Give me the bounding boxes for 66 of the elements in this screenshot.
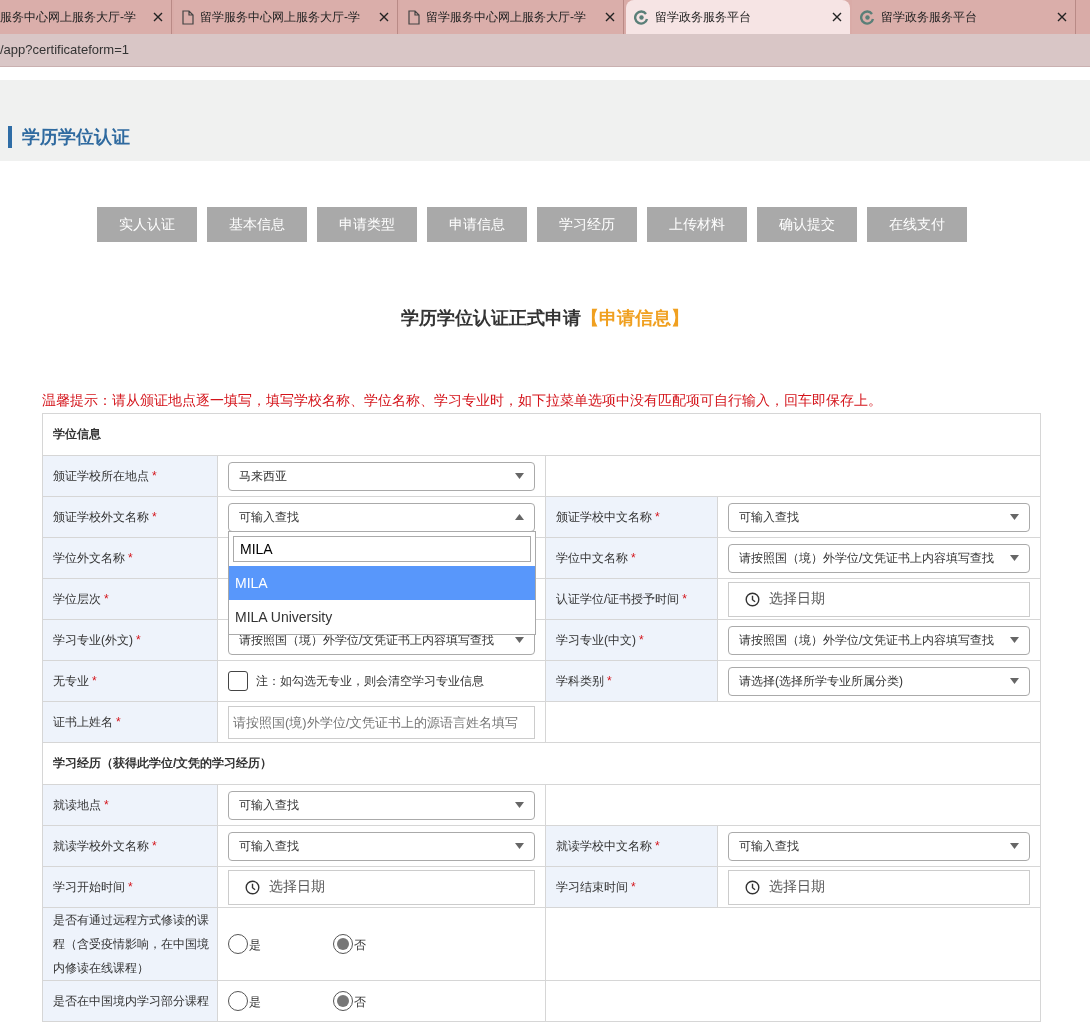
field-label: 认证学位/证书授予时间 * [556,591,687,608]
field-label: 是否在中国境内学习部分课程 [53,993,209,1010]
document-icon [408,9,420,25]
field-label: 学科类别 * [556,673,612,690]
select-field[interactable]: 可输入查找 [228,831,535,861]
checkbox-note: 注：如勾选无专业，则会清空学习专业信息 [256,672,484,690]
checkbox[interactable] [228,671,248,691]
browser-tab[interactable]: 留学政务服务平台 [626,0,850,34]
notice-text: 温馨提示：请从颁证地点逐一填写，填写学校名称、学位名称、学习专业时，如下拉菜单选项中没有匹配项可自行输入，回车即保存上。 [42,392,883,410]
field-label: 学习专业(中文) * [556,632,644,649]
form-title: 学历学位认证正式申请 [401,308,581,328]
field-label: 是否有通过远程方式修读的课程（含受疫情影响，在中国境内修读在线课程） [53,912,210,977]
section-title: 学习经历（获得此学位/文凭的学习经历） [53,755,273,772]
caret-icon [515,843,524,849]
field-label: 学习开始时间 * [53,879,133,896]
text-field[interactable]: 请按照国(境)外学位/文凭证书上的源语言姓名填写 [228,705,535,739]
field-label: 学位层次 * [53,591,109,608]
field-label: 学习结束时间 * [556,879,636,896]
select-field[interactable]: 请选择(选择所学专业所属分类) [728,666,1030,696]
field-label: 无专业 * [53,673,97,690]
caret-icon [1010,678,1019,684]
document-icon [182,9,194,25]
field-label: 学位外文名称 * [53,550,133,567]
caret-icon [1010,637,1019,643]
address-bar[interactable]: /app?certificateform=1 [0,34,1090,67]
caret-icon [515,473,524,479]
caret-icon [1010,555,1019,561]
field-label: 证书上姓名 * [53,714,121,731]
caret-icon [1010,843,1019,849]
search-field[interactable]: MILA [233,536,531,562]
caret-icon [515,802,524,808]
clock-icon [745,879,760,895]
select-field[interactable]: 可输入查找 [728,831,1030,861]
field-label: 学习专业(外文) * [53,632,141,649]
caret-icon [515,514,524,520]
field-label: 就读地点 * [53,797,109,814]
clock-icon [745,591,760,607]
date-field[interactable]: 选择日期 [228,869,535,905]
select-field[interactable]: 马来西亚 [228,461,535,491]
stage-label: 【申请信息】 [581,308,689,328]
browser-tab[interactable]: 服务中心网上服务大厅-学 [0,0,172,34]
select-field[interactable]: 可输入查找 [228,502,535,532]
select-field[interactable]: 请按照国（境）外学位/文凭证书上内容填写查找 [728,543,1030,573]
field-label: 就读学校中文名称 * [556,838,660,855]
field-label: 就读学校外文名称 * [53,838,157,855]
close-icon[interactable] [153,12,163,22]
field-label: 颁证学校所在地点 * [53,468,157,485]
close-icon[interactable] [1057,12,1067,22]
close-icon[interactable] [379,12,389,22]
page-title: 学历学位认证 [8,126,130,148]
field-label: 学位中文名称 * [556,550,636,567]
swirl-logo-icon [634,9,649,25]
select-field[interactable]: 可输入查找 [728,502,1030,532]
field-label: 颁证学校中文名称 * [556,509,660,526]
close-icon[interactable] [832,12,842,22]
caret-icon [515,637,524,643]
swirl-logo-icon [860,9,875,25]
close-icon[interactable] [605,12,615,22]
date-field[interactable]: 选择日期 [728,869,1030,905]
section-title: 学位信息 [53,426,101,443]
date-field[interactable]: 选择日期 [728,581,1030,617]
select-field[interactable]: 请按照国（境）外学位/文凭证书上内容填写查找 [728,625,1030,655]
caret-icon [1010,514,1019,520]
select-field[interactable]: 可输入查找 [228,790,535,820]
clock-icon [245,879,260,895]
field-label: 颁证学校外文名称 * [53,509,157,526]
